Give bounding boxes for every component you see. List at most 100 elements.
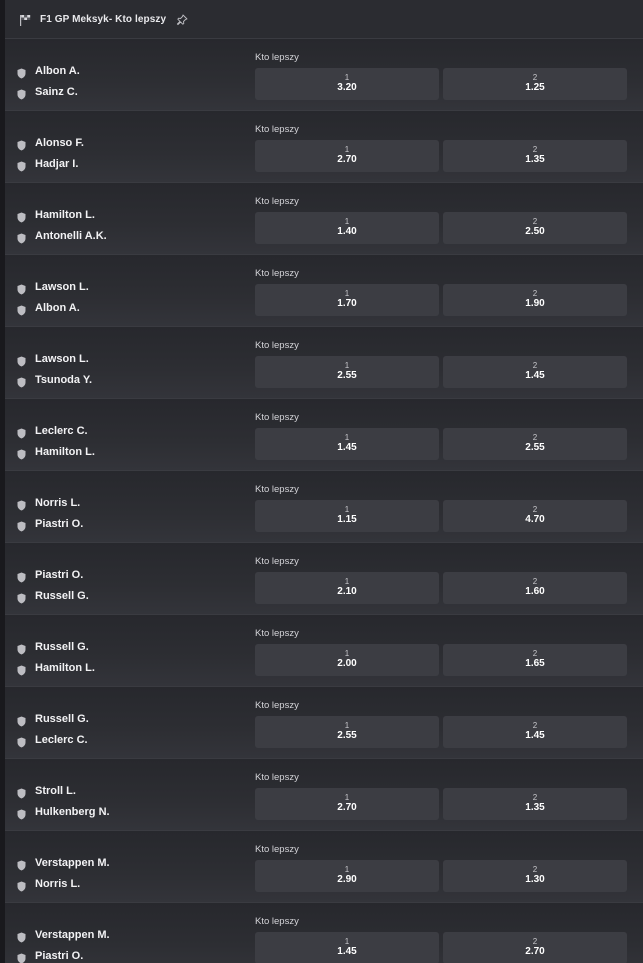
player-2[interactable]: Piastri O. (17, 948, 83, 963)
market-label: Kto lepszy (255, 412, 299, 423)
player-1-name: Albon A. (35, 65, 80, 77)
odd-button-2[interactable]: 2 1.35 (443, 788, 627, 820)
player-1[interactable]: Alonso F. (17, 135, 84, 151)
odd-value: 1.35 (525, 154, 545, 165)
event-row: Verstappen M. Norris L. Kto lepszy 1 2.90 2 1.… (5, 830, 643, 902)
odd-button-2[interactable]: 2 1.60 (443, 572, 627, 604)
shield-icon (17, 447, 26, 459)
odd-value: 2.55 (337, 730, 357, 741)
selection-label: 1 (344, 145, 350, 154)
odd-value: 2.10 (337, 586, 357, 597)
odd-button-2[interactable]: 2 4.70 (443, 500, 627, 532)
market-label: Kto lepszy (255, 700, 299, 711)
player-1[interactable]: Leclerc C. (17, 423, 88, 439)
player-2[interactable]: Hamilton L. (17, 660, 95, 676)
odd-value: 2.00 (337, 658, 357, 669)
competition-title: F1 GP Meksyk- Kto lepszy (40, 13, 167, 25)
odd-button-1[interactable]: 1 1.70 (255, 284, 439, 316)
player-2[interactable]: Russell G. (17, 588, 89, 604)
shield-icon (17, 210, 26, 222)
betting-panel: F1 GP Meksyk- Kto lepszy Albon A. Sainz C… (0, 0, 643, 963)
player-1[interactable]: Piastri O. (17, 567, 83, 583)
selection-label: 1 (344, 937, 350, 946)
odd-button-1[interactable]: 1 2.00 (255, 644, 439, 676)
player-2[interactable]: Leclerc C. (17, 732, 88, 748)
odd-value: 2.55 (337, 370, 357, 381)
player-1[interactable]: Stroll L. (17, 783, 76, 799)
odd-value: 2.70 (337, 154, 357, 165)
competition-header: F1 GP Meksyk- Kto lepszy (5, 0, 643, 38)
odd-button-1[interactable]: 1 1.45 (255, 428, 439, 460)
odd-button-1[interactable]: 1 2.90 (255, 860, 439, 892)
odd-button-1[interactable]: 1 3.20 (255, 68, 439, 100)
odd-button-2[interactable]: 2 1.45 (443, 716, 627, 748)
odd-button-2[interactable]: 2 2.70 (443, 932, 627, 963)
player-1[interactable]: Albon A. (17, 63, 80, 79)
odd-button-1[interactable]: 1 2.70 (255, 788, 439, 820)
odd-value: 3.20 (337, 82, 357, 93)
odd-button-2[interactable]: 2 1.30 (443, 860, 627, 892)
player-2[interactable]: Norris L. (17, 876, 80, 892)
pin-icon[interactable] (176, 13, 188, 26)
player-2[interactable]: Hadjar I. (17, 156, 78, 172)
odd-button-1[interactable]: 1 2.70 (255, 140, 439, 172)
player-2[interactable]: Hulkenberg N. (17, 804, 110, 820)
odd-button-2[interactable]: 2 1.35 (443, 140, 627, 172)
shield-icon (17, 642, 26, 654)
player-2[interactable]: Hamilton L. (17, 444, 95, 460)
player-1[interactable]: Verstappen M. (17, 927, 110, 943)
odd-value: 2.70 (525, 946, 545, 957)
odd-button-1[interactable]: 1 1.40 (255, 212, 439, 244)
shield-icon (17, 735, 26, 747)
odd-button-1[interactable]: 1 2.10 (255, 572, 439, 604)
selection-label: 2 (532, 361, 538, 370)
player-2[interactable]: Tsunoda Y. (17, 372, 92, 388)
player-2[interactable]: Albon A. (17, 300, 80, 316)
shield-icon (17, 930, 26, 942)
event-row: Russell G. Hamilton L. Kto lepszy 1 2.00 2 1.6… (5, 614, 643, 686)
odd-button-2[interactable]: 2 1.25 (443, 68, 627, 100)
odd-button-1[interactable]: 1 2.55 (255, 716, 439, 748)
player-1[interactable]: Norris L. (17, 495, 80, 511)
odd-button-1[interactable]: 1 1.15 (255, 500, 439, 532)
shield-icon (17, 786, 26, 798)
odd-button-2[interactable]: 2 1.90 (443, 284, 627, 316)
odd-value: 1.70 (337, 298, 357, 309)
shield-icon (17, 519, 26, 531)
market-label: Kto lepszy (255, 340, 299, 351)
player-2[interactable]: Piastri O. (17, 516, 83, 532)
odd-value: 2.50 (525, 226, 545, 237)
shield-icon (17, 570, 26, 582)
odd-button-2[interactable]: 2 2.50 (443, 212, 627, 244)
player-1-name: Russell G. (35, 713, 89, 725)
player-1-name: Russell G. (35, 641, 89, 653)
odd-button-2[interactable]: 2 1.65 (443, 644, 627, 676)
player-1[interactable]: Hamilton L. (17, 207, 95, 223)
market-label: Kto lepszy (255, 268, 299, 279)
selection-label: 2 (532, 865, 538, 874)
odd-value: 1.65 (525, 658, 545, 669)
shield-icon (17, 714, 26, 726)
player-2-name: Leclerc C. (35, 734, 88, 746)
player-1[interactable]: Russell G. (17, 639, 89, 655)
odd-button-1[interactable]: 1 2.55 (255, 356, 439, 388)
shield-icon (17, 879, 26, 891)
player-2[interactable]: Antonelli A.K. (17, 228, 107, 244)
market-label: Kto lepszy (255, 772, 299, 783)
odd-button-2[interactable]: 2 2.55 (443, 428, 627, 460)
odd-button-1[interactable]: 1 1.45 (255, 932, 439, 963)
player-2-name: Antonelli A.K. (35, 230, 107, 242)
player-2[interactable]: Sainz C. (17, 84, 78, 100)
shield-icon (17, 663, 26, 675)
odd-value: 1.45 (337, 442, 357, 453)
player-2-name: Hamilton L. (35, 662, 95, 674)
player-1[interactable]: Lawson L. (17, 279, 89, 295)
player-2-name: Piastri O. (35, 950, 84, 962)
shield-icon (17, 87, 26, 99)
market-label: Kto lepszy (255, 196, 299, 207)
player-1[interactable]: Russell G. (17, 711, 89, 727)
player-1-name: Verstappen M. (35, 857, 110, 869)
player-1[interactable]: Verstappen M. (17, 855, 110, 871)
odd-button-2[interactable]: 2 1.45 (443, 356, 627, 388)
player-1[interactable]: Lawson L. (17, 351, 89, 367)
